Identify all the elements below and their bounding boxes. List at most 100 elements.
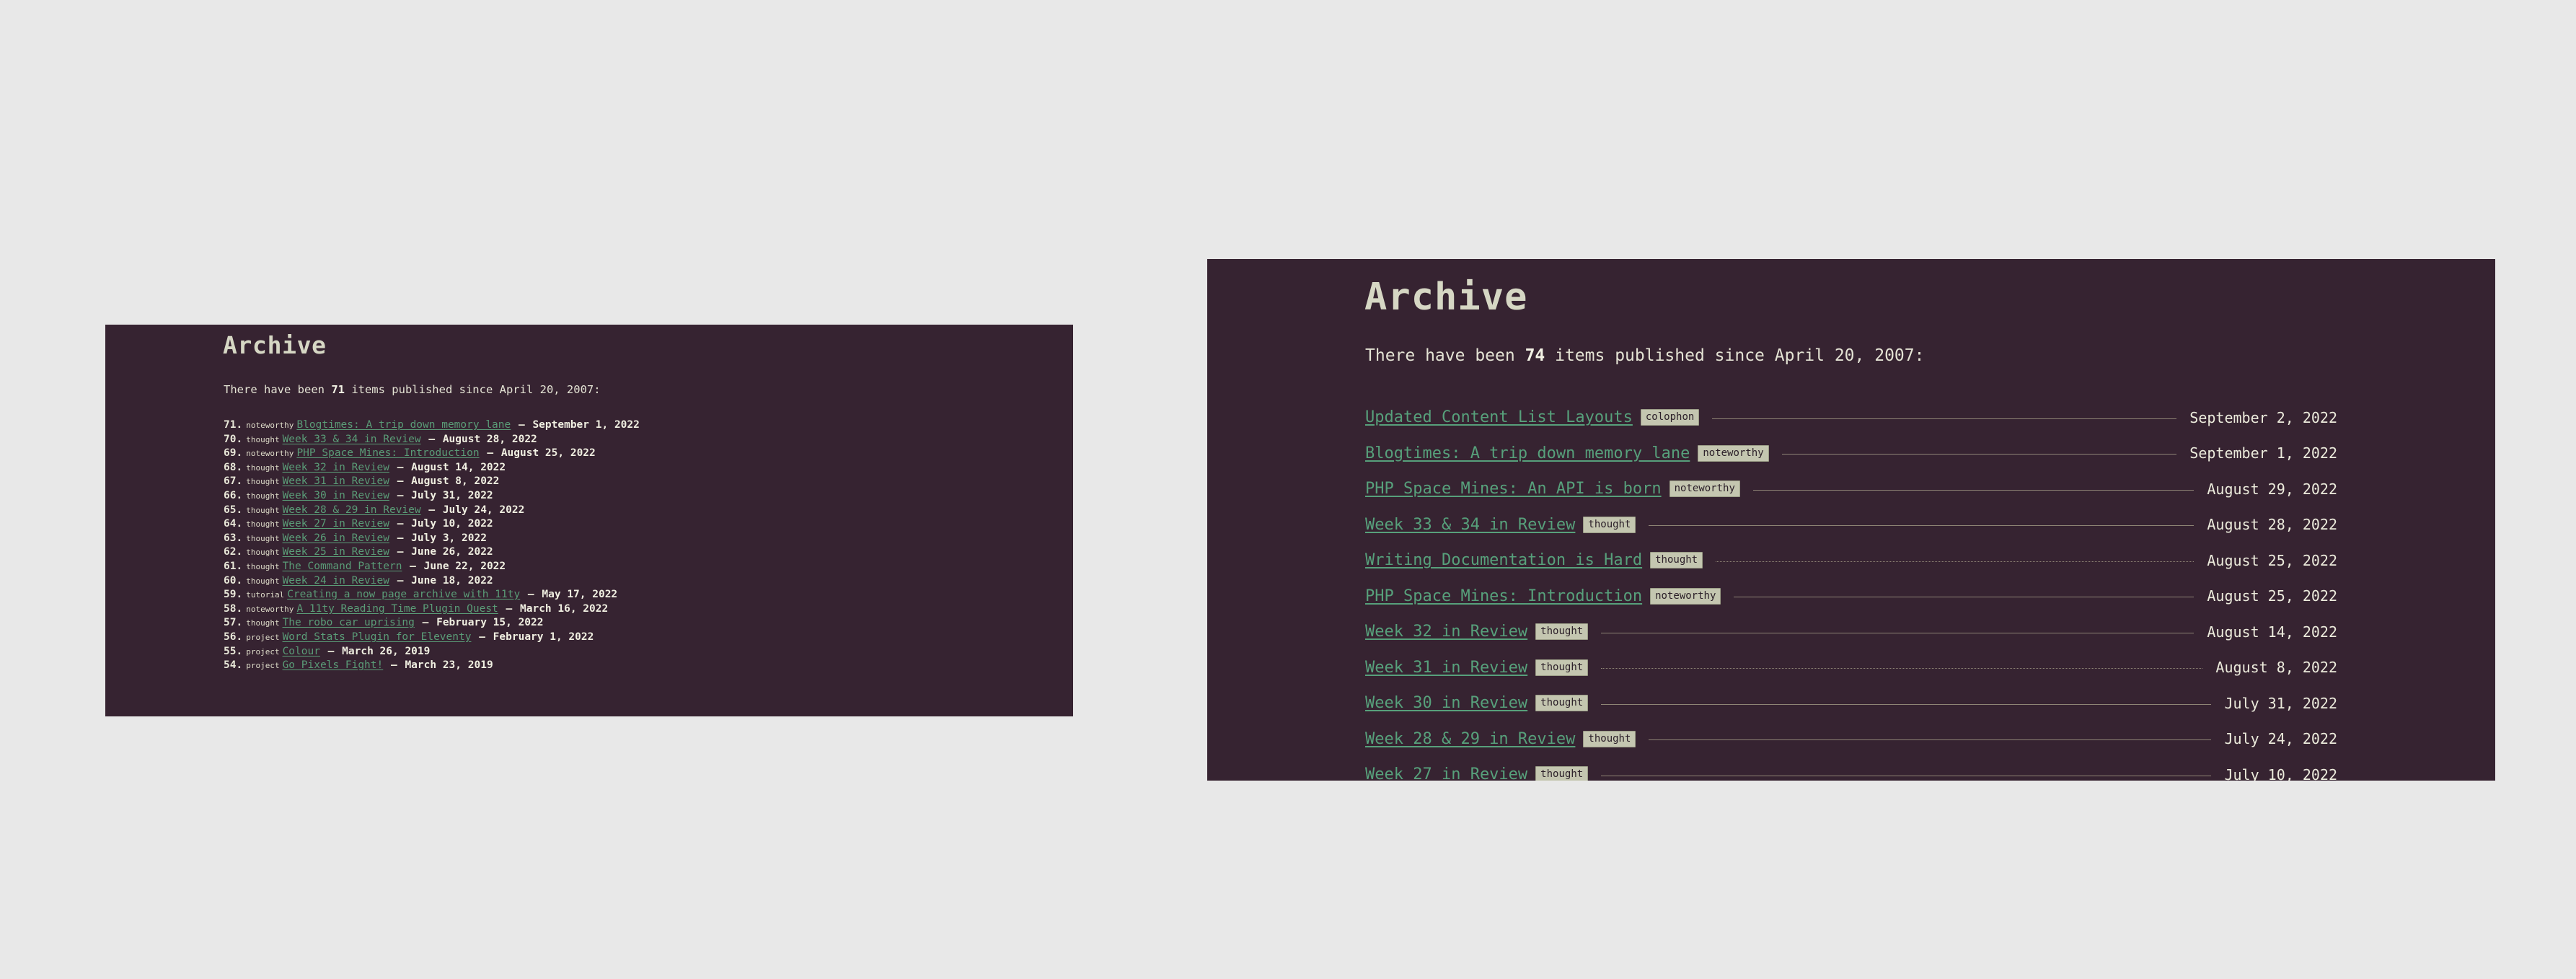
list-item-category: noteworthy — [246, 449, 294, 459]
list-item-link[interactable]: The Command Pattern — [283, 561, 402, 572]
list-item-category: project — [246, 632, 280, 642]
list-item-separator: — — [390, 518, 410, 530]
list-item-separator: — — [499, 602, 519, 615]
archive-summary-text: There have been 71 items published since… — [224, 384, 601, 396]
list-item: PHP Space Mines: An API is born noteworth… — [1365, 471, 2337, 507]
list-item-category: thought — [246, 618, 280, 628]
list-item-date: July 31, 2022 — [2224, 694, 2337, 712]
list-item: 58. noteworthy A 11ty Reading Time Plugin … — [224, 602, 1059, 617]
list-item-category: thought — [246, 462, 280, 473]
list-item-category: project — [246, 646, 280, 657]
list-item-separator: — — [403, 560, 423, 572]
list-item-number: 71. — [224, 419, 243, 431]
list-item-link[interactable]: Week 32 in Review — [283, 462, 389, 473]
list-item: 68. thought Week 32 in Review — August 14,… — [224, 461, 1059, 475]
list-item-link[interactable]: Week 28 & 29 in Review — [283, 504, 421, 516]
list-item: 66. thought Week 30 in Review — July 31, 2… — [224, 489, 1059, 504]
list-item: Week 28 & 29 in Review thought July 24, 20… — [1365, 721, 2337, 758]
list-item: Writing Documentation is Hard thought Augu… — [1365, 543, 2337, 579]
list-item-tag-badge[interactable]: noteworthy — [1669, 480, 1740, 498]
list-item-date: July 10, 2022 — [411, 518, 493, 530]
list-item-link[interactable]: PHP Space Mines: An API is born — [1365, 480, 1662, 498]
leader-line — [1601, 703, 2212, 705]
list-item-tag-badge[interactable]: thought — [1535, 659, 1589, 676]
list-item-separator: — — [390, 475, 410, 488]
list-item: Updated Content List Layouts colophon Sept… — [1365, 400, 2337, 436]
list-item-separator: — — [415, 617, 436, 629]
list-item-link[interactable]: Blogtimes: A trip down memory lane — [1365, 444, 1690, 462]
list-item: Week 32 in Review thought August 14, 2022 — [1365, 614, 2337, 650]
list-item-tag-badge[interactable]: colophon — [1640, 409, 1700, 426]
list-item-link[interactable]: Week 32 in Review — [1365, 623, 1527, 641]
list-item-tag-badge[interactable]: noteworthy — [1650, 587, 1721, 605]
archive-summary-suffix: items published since April 20, 2007: — [1545, 346, 1925, 365]
list-item-separator: — — [321, 645, 341, 657]
list-item-tag-badge[interactable]: thought — [1535, 695, 1589, 712]
leader-line — [1734, 596, 2195, 598]
list-item-link[interactable]: Go Pixels Fight! — [283, 659, 384, 671]
list-item-date: February 1, 2022 — [493, 631, 594, 643]
list-item-link[interactable]: Week 31 in Review — [1365, 659, 1527, 677]
archive-list-leader: Updated Content List Layouts colophon Sept… — [1365, 400, 2337, 781]
list-item: 57. thought The robo car uprising — Februa… — [224, 616, 1059, 631]
list-item-number: 70. — [224, 433, 243, 445]
list-item-link[interactable]: Writing Documentation is Hard — [1365, 551, 1642, 569]
leader-line — [1601, 667, 2203, 670]
list-item-date: August 28, 2022 — [2207, 516, 2337, 534]
list-item-link[interactable]: PHP Space Mines: Introduction — [1365, 587, 1642, 605]
leader-line — [1781, 453, 2177, 455]
list-item-date: September 1, 2022 — [2189, 444, 2337, 462]
list-item-tag-badge[interactable]: thought — [1583, 730, 1636, 747]
list-item-tag-badge[interactable]: thought — [1650, 552, 1703, 569]
list-item-link[interactable]: Week 30 in Review — [283, 490, 389, 501]
list-item-tag-badge[interactable]: thought — [1583, 516, 1636, 533]
list-item-link[interactable]: Week 28 & 29 in Review — [1365, 730, 1575, 748]
list-item-link[interactable]: Blogtimes: A trip down memory lane — [296, 419, 511, 431]
list-item: 71. noteworthy Blogtimes: A trip down memo… — [224, 418, 1059, 433]
list-item-tag-badge[interactable]: noteworthy — [1698, 444, 1769, 462]
list-item-number: 60. — [224, 574, 243, 587]
list-item-link[interactable]: Week 30 in Review — [1365, 694, 1527, 712]
list-item-date: June 26, 2022 — [411, 546, 493, 558]
list-item: 61. thought The Command Pattern — June 22,… — [224, 560, 1059, 574]
list-item-date: August 25, 2022 — [500, 447, 596, 460]
list-item: Week 31 in Review thought August 8, 2022 — [1365, 650, 2337, 686]
list-item-category: thought — [246, 519, 280, 530]
list-item-category: thought — [246, 505, 280, 515]
list-item-date: August 29, 2022 — [2207, 480, 2337, 498]
list-item-link[interactable]: Week 27 in Review — [1365, 765, 1527, 781]
list-item-link[interactable]: Week 31 in Review — [283, 475, 389, 487]
list-item-link[interactable]: PHP Space Mines: Introduction — [296, 447, 479, 459]
list-item-link[interactable]: Week 33 & 34 in Review — [1365, 516, 1575, 534]
list-item-tag-badge[interactable]: thought — [1535, 766, 1589, 781]
list-item: Week 33 & 34 in Review thought August 28, … — [1365, 507, 2337, 543]
list-item: Blogtimes: A trip down memory lane notewo… — [1365, 436, 2337, 472]
list-item-link[interactable]: Week 27 in Review — [283, 518, 389, 530]
list-item-link[interactable]: A 11ty Reading Time Plugin Quest — [296, 603, 498, 615]
list-item-number: 56. — [224, 631, 243, 643]
list-item-category: thought — [246, 576, 280, 586]
list-item-link[interactable]: Creating a now page archive with 11ty — [287, 589, 520, 600]
list-item-date: June 22, 2022 — [423, 560, 506, 572]
list-item-number: 68. — [224, 461, 243, 473]
list-item-link[interactable]: The robo car uprising — [283, 617, 415, 628]
list-item-date: July 24, 2022 — [2224, 730, 2337, 748]
list-item-link[interactable]: Colour — [283, 646, 320, 657]
list-item-number: 61. — [224, 560, 243, 572]
list-item-link[interactable]: Week 24 in Review — [283, 575, 389, 587]
list-item-date: July 10, 2022 — [2224, 765, 2337, 781]
list-item-link[interactable]: Word Stats Plugin for Eleventy — [283, 631, 472, 643]
list-item-tag-badge[interactable]: thought — [1535, 623, 1589, 641]
list-item-date: February 15, 2022 — [436, 617, 544, 629]
list-item-number: 66. — [224, 489, 243, 501]
list-item-category: thought — [246, 491, 280, 501]
list-item-link[interactable]: Updated Content List Layouts — [1365, 408, 1633, 426]
list-item-date: March 23, 2019 — [405, 659, 493, 672]
list-item-link[interactable]: Week 25 in Review — [283, 546, 389, 558]
archive-after-panel: Archive There have been 74 items publish… — [1207, 259, 2495, 781]
list-item-link[interactable]: Week 26 in Review — [283, 532, 389, 544]
list-item-date: March 16, 2022 — [520, 602, 609, 615]
list-item-link[interactable]: Week 33 & 34 in Review — [283, 434, 421, 445]
list-item-category: thought — [246, 548, 280, 558]
list-item-separator: — — [422, 504, 441, 516]
